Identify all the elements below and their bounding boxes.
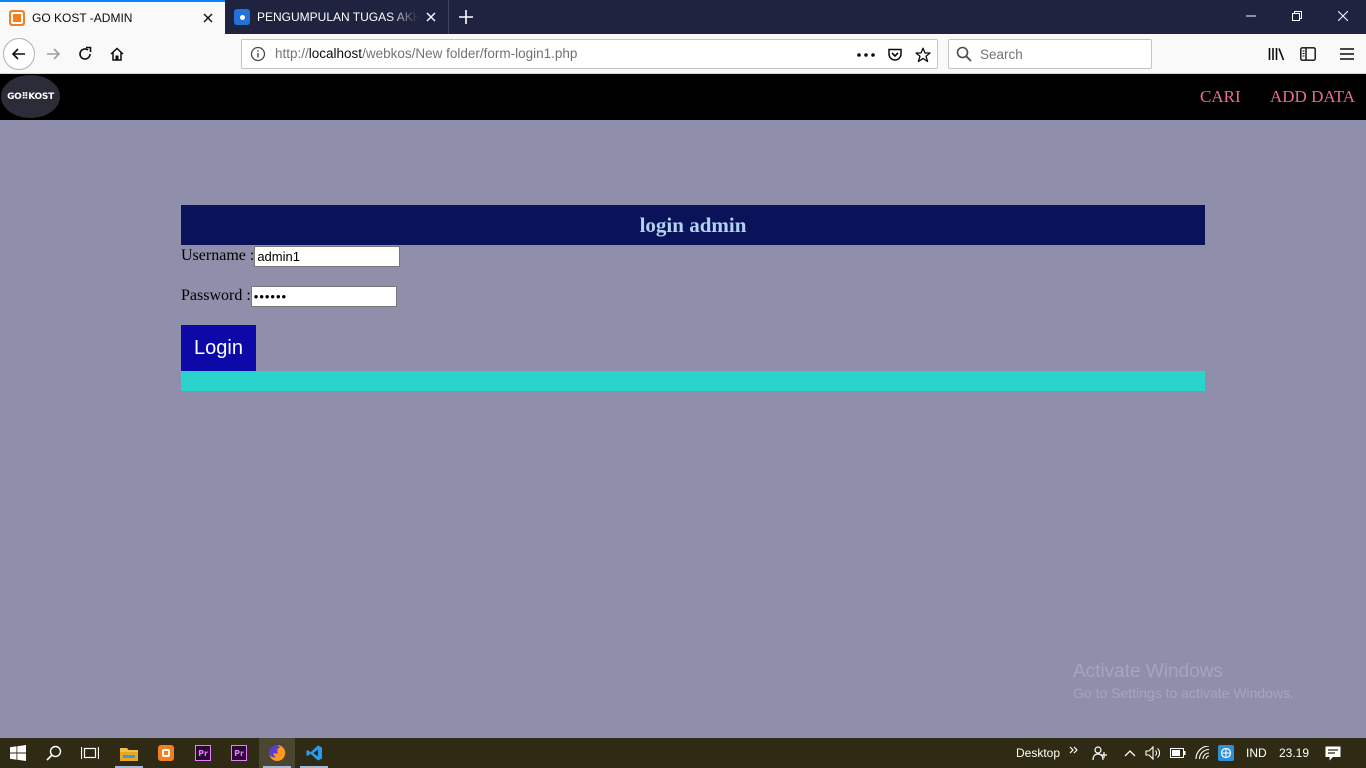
new-tab-button[interactable] [453, 4, 479, 30]
close-tab-button[interactable] [196, 6, 220, 30]
password-input[interactable] [250, 285, 397, 307]
taskbar-file-explorer[interactable] [111, 738, 147, 768]
reload-button[interactable] [69, 38, 101, 70]
start-button[interactable] [0, 738, 36, 768]
url-path: /webkos/New folder/form-login1.php [362, 46, 578, 61]
close-icon [203, 13, 213, 23]
plus-icon [459, 10, 473, 24]
login-title-bar: login admin [181, 205, 1205, 245]
library-icon [1268, 48, 1284, 61]
folder-icon [120, 747, 138, 761]
show-hidden-icons-chevron-icon[interactable] [1122, 745, 1138, 761]
forward-button[interactable] [37, 38, 69, 70]
url-text[interactable]: http://localhost/webkos/New folder/form-… [275, 46, 577, 61]
windows-logo-icon [10, 745, 26, 761]
minimize-button[interactable] [1228, 0, 1274, 32]
taskbar-xampp[interactable] [148, 738, 184, 768]
tab-go-kost-admin[interactable]: GO KOST -ADMIN [0, 0, 225, 34]
premiere-pro-icon: Pr [195, 745, 211, 761]
taskbar-premiere-pro-1[interactable]: Pr [185, 738, 221, 768]
back-button[interactable] [3, 38, 35, 70]
battery-icon[interactable] [1170, 745, 1186, 761]
xampp-icon [9, 10, 25, 26]
watermark-subtitle: Go to Settings to activate Windows. [1073, 685, 1294, 701]
menu-button[interactable] [1332, 39, 1362, 69]
search-input[interactable] [980, 45, 1145, 63]
username-row: Username : [181, 245, 401, 267]
action-center-icon[interactable] [1325, 745, 1341, 761]
people-icon[interactable] [1092, 745, 1108, 761]
classroom-icon [234, 9, 250, 25]
task-view-button[interactable] [72, 738, 108, 768]
password-label: Password : [181, 287, 251, 304]
pocket-icon [888, 48, 902, 61]
hamburger-menu-icon [1340, 48, 1354, 60]
tab-pengumpulan-tugas[interactable]: PENGUMPULAN TUGAS AKHIR [225, 0, 449, 34]
minimize-icon [1246, 15, 1256, 17]
arrow-right-icon [47, 48, 61, 60]
network-app-icon[interactable] [1218, 745, 1234, 761]
search-button[interactable] [36, 738, 72, 768]
wifi-icon[interactable] [1195, 745, 1211, 761]
username-label: Username : [181, 247, 255, 264]
login-button[interactable]: Login [181, 325, 256, 371]
windows-taskbar: Pr Pr Desktop IND 23.19 [0, 738, 1366, 768]
task-view-icon [81, 747, 99, 759]
home-button[interactable] [101, 38, 133, 70]
desktop-toolbar-label[interactable]: Desktop [1016, 746, 1060, 760]
library-button[interactable] [1261, 39, 1291, 69]
reload-icon [79, 46, 92, 60]
close-tab-button[interactable] [419, 5, 443, 29]
vscode-icon [306, 745, 322, 761]
address-bar[interactable]: http://localhost/webkos/New folder/form-… [241, 39, 938, 69]
password-row: Password : [181, 285, 397, 307]
logo-text: GO⠿KOST [7, 91, 54, 102]
web-page: GO⠿KOST CARI ADD DATA login admin Userna… [0, 74, 1366, 738]
volume-icon[interactable] [1145, 745, 1161, 761]
star-icon [915, 47, 931, 63]
site-info-icon[interactable] [250, 46, 266, 66]
restore-icon [1292, 11, 1302, 21]
go-kost-logo[interactable]: GO⠿KOST [1, 75, 60, 118]
restore-button[interactable] [1274, 0, 1320, 32]
form-footer-bar [181, 371, 1205, 391]
watermark-title: Activate Windows [1073, 661, 1223, 682]
search-bar[interactable] [948, 39, 1152, 69]
clock-time[interactable]: 23.19 [1279, 746, 1309, 760]
input-language-indicator[interactable]: IND [1246, 746, 1267, 760]
search-icon [46, 745, 62, 761]
double-chevron-icon[interactable] [1066, 742, 1082, 758]
login-title: login admin [639, 212, 747, 237]
nav-link-cari[interactable]: CARI [1200, 87, 1241, 107]
sidebar-toggle-button[interactable] [1293, 39, 1323, 69]
arrow-left-icon [11, 48, 25, 60]
search-icon [956, 46, 972, 66]
bookmark-star-button[interactable] [913, 45, 933, 65]
site-header: GO⠿KOST CARI ADD DATA [0, 74, 1366, 120]
close-window-button[interactable] [1320, 0, 1366, 32]
tab-title: GO KOST -ADMIN [32, 11, 133, 25]
url-host: localhost [308, 46, 363, 61]
premiere-pro-icon: Pr [231, 745, 247, 761]
firefox-icon [269, 744, 286, 761]
browser-navigation-bar: http://localhost/webkos/New folder/form-… [0, 34, 1366, 74]
page-actions-button[interactable] [856, 45, 876, 65]
activate-windows-watermark: Activate Windows Go to Settings to activ… [1073, 661, 1294, 701]
home-icon [110, 47, 124, 61]
close-icon [1338, 11, 1348, 21]
xampp-icon [158, 745, 174, 761]
close-icon [426, 12, 436, 22]
taskbar-firefox[interactable] [259, 738, 295, 768]
username-input[interactable] [254, 245, 401, 267]
more-dots-icon [857, 53, 875, 57]
pocket-button[interactable] [885, 45, 905, 65]
taskbar-vs-code[interactable] [296, 738, 332, 768]
url-prefix: http:// [275, 46, 309, 61]
tab-title: PENGUMPULAN TUGAS AKHIR [257, 10, 419, 24]
nav-link-add-data[interactable]: ADD DATA [1270, 87, 1355, 107]
sidebar-icon [1300, 47, 1316, 61]
browser-tab-strip: GO KOST -ADMIN PENGUMPULAN TUGAS AKHIR [0, 0, 1366, 34]
taskbar-premiere-pro-2[interactable]: Pr [221, 738, 257, 768]
